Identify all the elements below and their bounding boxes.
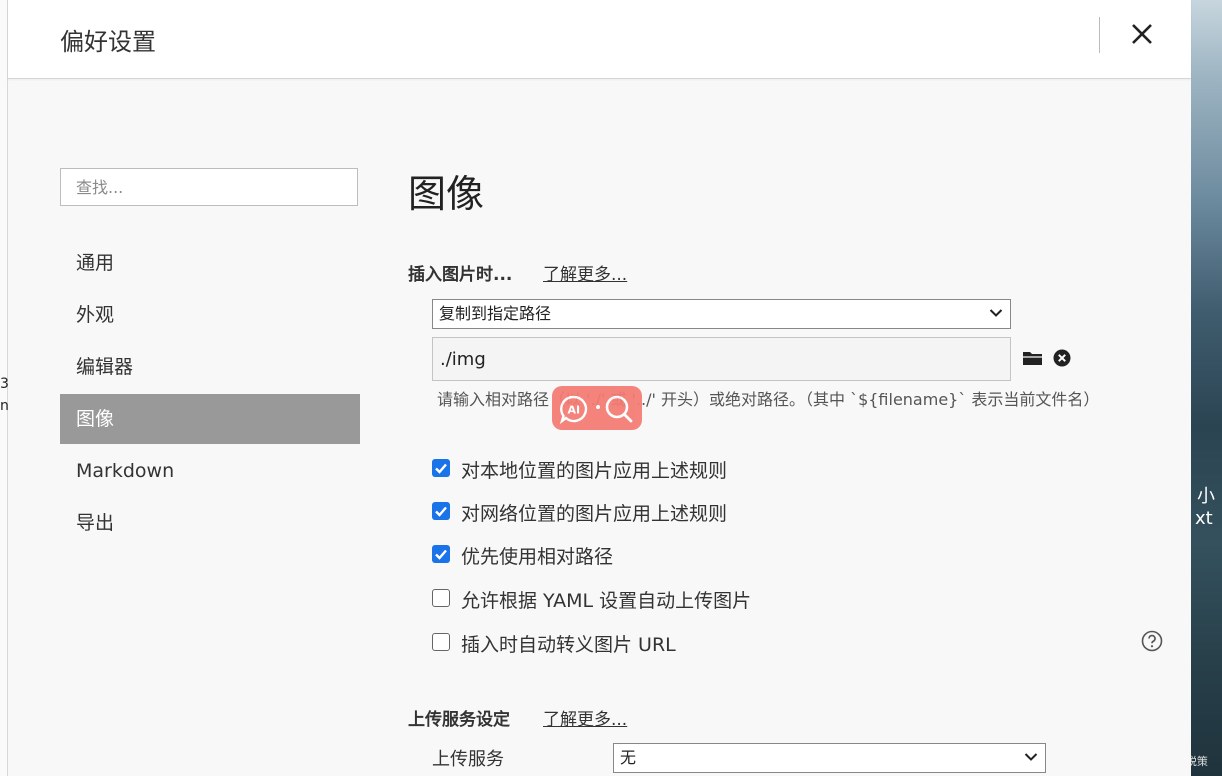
sidebar-item-markdown[interactable]: Markdown <box>60 446 360 496</box>
desktop-wallpaper: 小 xt <box>1191 0 1222 776</box>
upload-section-label: 上传服务设定 <box>408 710 510 730</box>
titlebar-divider <box>1099 17 1100 53</box>
image-path-input[interactable] <box>432 337 1011 381</box>
checkmark-icon <box>435 549 447 560</box>
help-button[interactable] <box>1141 630 1163 652</box>
sidebar-item-appearance[interactable]: 外观 <box>60 290 360 340</box>
checkbox-unchecked[interactable] <box>432 633 450 651</box>
clear-path-button[interactable] <box>1053 349 1071 367</box>
folder-icon <box>1023 352 1043 365</box>
sidebar-item-export[interactable]: 导出 <box>60 498 360 548</box>
checkbox-checked[interactable] <box>432 459 450 477</box>
svg-text:AI: AI <box>568 404 581 417</box>
sidebar-nav: 通用 外观 编辑器 图像 Markdown 导出 <box>60 238 360 550</box>
upload-service-value: 无 <box>620 748 637 767</box>
insert-image-section-label: 插入图片时... <box>408 265 513 285</box>
dialog-title: 偏好设置 <box>60 28 156 56</box>
sidebar-item-image[interactable]: 图像 <box>60 394 360 444</box>
browse-folder-button[interactable] <box>1022 349 1044 367</box>
sidebar-item-editor[interactable]: 编辑器 <box>60 342 360 392</box>
page-title: 图像 <box>408 172 485 216</box>
insert-learn-more-link[interactable]: 了解更多... <box>543 260 627 285</box>
search-icon <box>605 395 633 423</box>
insert-action-value: 复制到指定路径 <box>439 304 552 323</box>
option-label: 对网络位置的图片应用上述规则 <box>461 503 728 525</box>
preferences-dialog: 偏好设置 通用 外观 编辑器 图像 Markdown 导出 图像 插入图片时..… <box>8 0 1191 776</box>
option-label: 插入时自动转义图片 URL <box>461 634 676 656</box>
help-circle-icon <box>1141 630 1163 652</box>
ai-chat-icon: AI <box>559 395 588 424</box>
checkmark-icon <box>435 463 447 474</box>
checkmark-icon <box>435 506 447 517</box>
close-button[interactable] <box>1122 14 1162 54</box>
option-label: 对本地位置的图片应用上述规则 <box>461 460 728 482</box>
checkbox-checked[interactable] <box>432 502 450 520</box>
upload-learn-more-link[interactable]: 了解更多... <box>543 705 627 730</box>
path-hint-text: 请输入相对路径（以 './' 或 '../' 开头）或绝对路径。（其中 `${f… <box>437 390 1100 409</box>
option-label: 优先使用相对路径 <box>461 546 614 568</box>
ai-assistant-float[interactable]: AI <box>552 386 642 430</box>
background-text: 小 <box>1197 486 1215 507</box>
background-text: xt <box>1195 508 1213 529</box>
chevron-down-icon <box>1024 753 1038 761</box>
checkbox-checked[interactable] <box>432 545 450 563</box>
separator-dot <box>596 405 600 409</box>
option-label: 允许根据 YAML 设置自动上传图片 <box>461 590 752 612</box>
clear-circle-icon <box>1053 349 1071 367</box>
insert-action-select[interactable]: 复制到指定路径 <box>432 299 1011 329</box>
close-icon <box>1132 24 1152 44</box>
upload-service-label: 上传服务 <box>432 749 504 770</box>
sidebar-item-general[interactable]: 通用 <box>60 238 360 288</box>
dialog-titlebar: 偏好设置 <box>8 0 1191 79</box>
background-window-left: 3 n <box>0 0 9 776</box>
checkbox-unchecked[interactable] <box>432 589 450 607</box>
search-input[interactable] <box>60 168 358 206</box>
upload-service-select[interactable]: 无 <box>613 743 1046 773</box>
chevron-down-icon <box>989 309 1003 317</box>
